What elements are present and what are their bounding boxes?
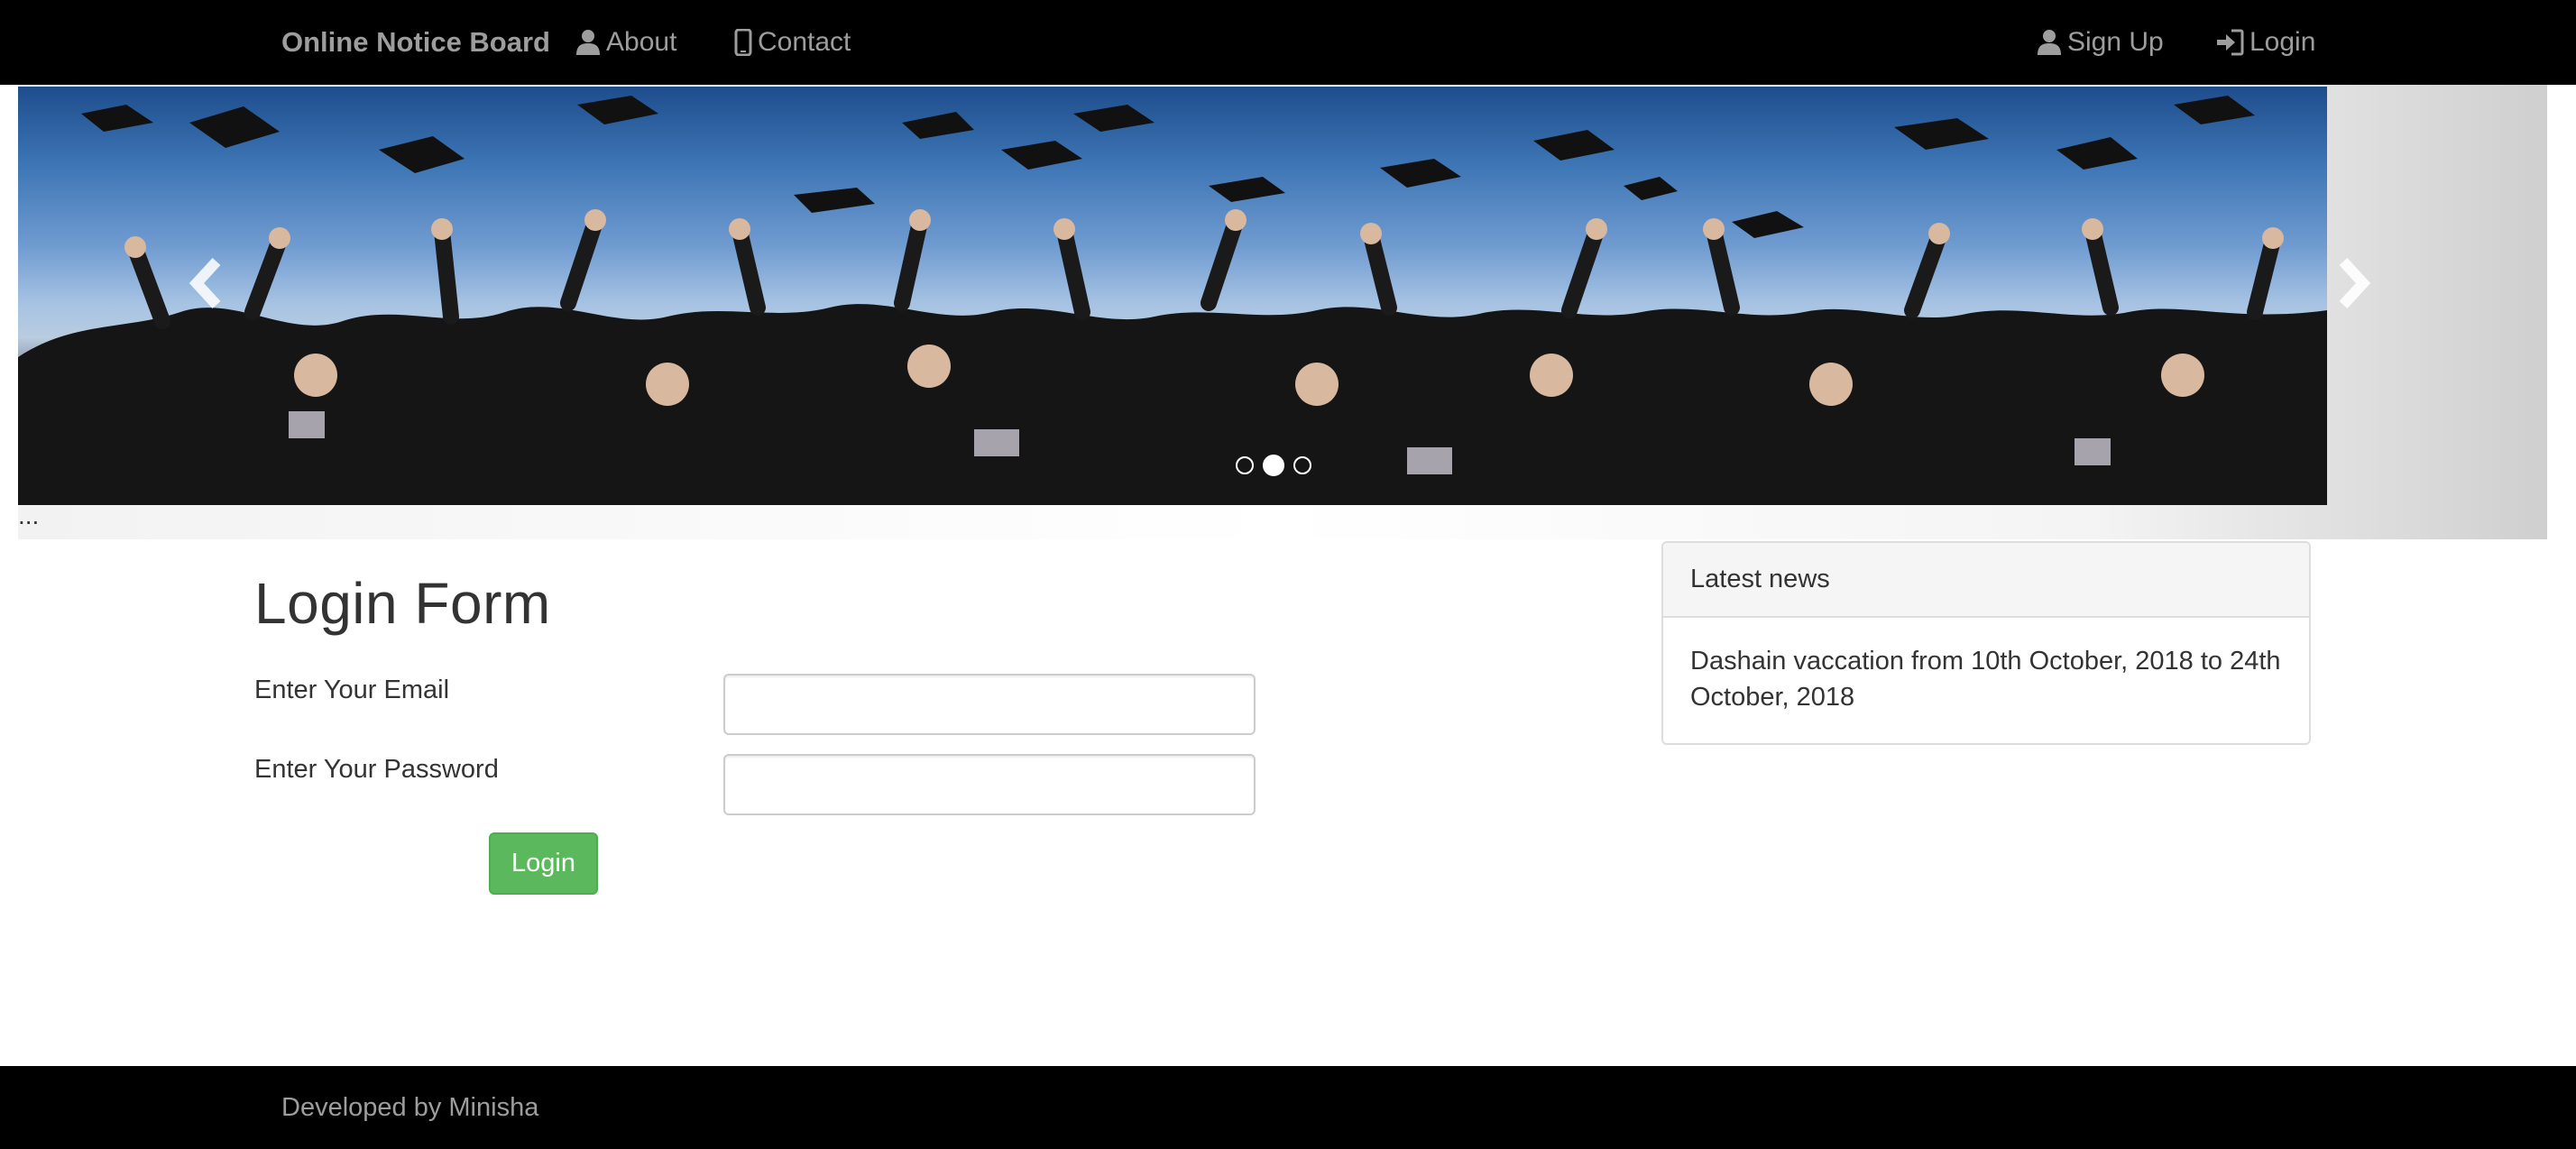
carousel-slide-image xyxy=(18,87,2327,505)
login-icon xyxy=(2217,29,2244,56)
carousel-indicators xyxy=(1236,455,1311,476)
footer: Developed by Minisha xyxy=(0,1066,2576,1149)
latest-news-heading: Latest news xyxy=(1663,543,2309,618)
graduation-photo xyxy=(18,96,2327,505)
page: Online Notice Board About Contact Sign U… xyxy=(0,0,2576,1149)
page-edge xyxy=(2547,539,2576,1066)
user-icon xyxy=(576,30,600,55)
carousel-indicator-1[interactable] xyxy=(1236,456,1254,474)
nav-about-label: About xyxy=(606,27,677,57)
login-form-title: Login Form xyxy=(254,571,551,636)
nav-contact-link[interactable]: Contact xyxy=(734,0,851,85)
user-icon xyxy=(2038,30,2061,55)
carousel-indicator-2[interactable] xyxy=(1263,455,1284,476)
navbar: Online Notice Board About Contact Sign U… xyxy=(0,0,2576,85)
nav-login-label: Login xyxy=(2249,27,2316,57)
nav-about-link[interactable]: About xyxy=(575,0,676,85)
password-label: Enter Your Password xyxy=(254,755,499,784)
chevron-right-icon xyxy=(2339,257,2371,309)
carousel-caption: ... xyxy=(18,501,40,529)
footer-credit: Developed by Minisha xyxy=(281,1092,539,1122)
carousel-next-button[interactable] xyxy=(2327,238,2381,328)
image-carousel: ... xyxy=(18,85,2547,539)
news-item: Dashain vaccation from 10th October, 201… xyxy=(1690,647,2281,712)
password-field[interactable] xyxy=(723,754,1256,815)
phone-icon xyxy=(734,29,752,56)
brand-link[interactable]: Online Notice Board xyxy=(281,0,550,85)
email-label: Enter Your Email xyxy=(254,676,450,704)
email-field[interactable] xyxy=(723,674,1256,735)
login-submit-button[interactable]: Login xyxy=(489,832,598,895)
nav-signup-label: Sign Up xyxy=(2067,27,2164,57)
latest-news-panel: Latest news Dashain vaccation from 10th … xyxy=(1661,541,2311,745)
nav-contact-label: Contact xyxy=(758,27,851,57)
carousel-prev-button[interactable] xyxy=(179,238,233,328)
nav-signup-link[interactable]: Sign Up xyxy=(2037,0,2164,85)
carousel-indicator-3[interactable] xyxy=(1293,456,1311,474)
chevron-left-icon xyxy=(189,257,221,309)
nav-login-link[interactable]: Login xyxy=(2215,0,2315,85)
